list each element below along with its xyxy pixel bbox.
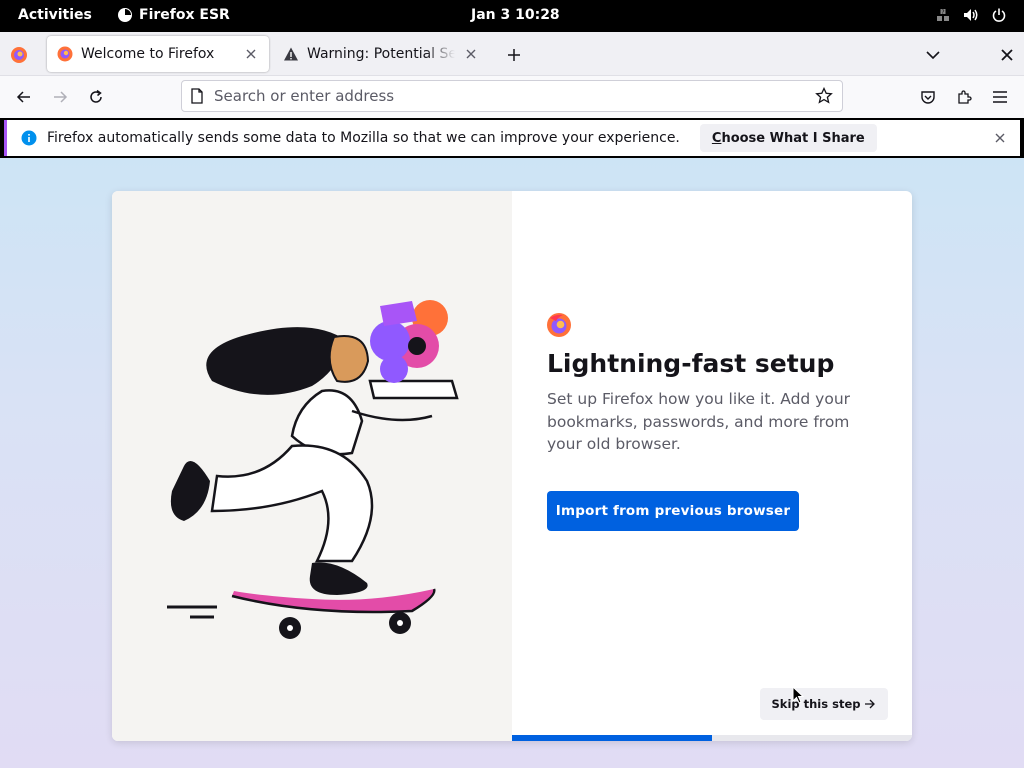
chevron-down-icon <box>926 51 940 60</box>
page-icon <box>191 88 203 104</box>
firefox-icon <box>57 46 73 62</box>
network-icon: ? <box>934 6 952 24</box>
svg-text:?: ? <box>941 9 944 16</box>
new-tab-button[interactable] <box>503 44 525 66</box>
choose-label: hoose What I Share <box>721 130 865 146</box>
tab-title: Welcome to Firefox <box>81 46 215 62</box>
close-tab-icon[interactable] <box>463 46 479 62</box>
back-button[interactable] <box>11 84 37 110</box>
extensions-button[interactable] <box>951 84 977 110</box>
url-input[interactable] <box>214 87 804 105</box>
skip-this-step-button[interactable]: Skip this step <box>760 688 888 720</box>
page-title: Lightning-fast setup <box>547 349 835 378</box>
notification-message: Firefox automatically sends some data to… <box>47 130 680 146</box>
hamburger-menu-icon <box>993 91 1007 103</box>
address-bar[interactable] <box>181 80 843 112</box>
firefox-logo-icon <box>547 313 571 337</box>
system-tray[interactable]: ? <box>934 6 1008 24</box>
app-menu-button[interactable] <box>987 84 1013 110</box>
puzzle-icon <box>958 90 972 104</box>
arrow-right-icon <box>865 699 876 709</box>
page-subtitle: Set up Firefox how you like it. Add your… <box>547 390 851 453</box>
power-icon <box>990 6 1008 24</box>
onboarding-progress-bar <box>512 735 912 741</box>
window-close-button[interactable] <box>996 44 1018 66</box>
progress-fill <box>512 735 712 741</box>
mouse-cursor-icon <box>792 686 804 704</box>
choose-accesskey: C <box>711 130 722 146</box>
navigation-toolbar <box>0 76 1024 118</box>
list-all-tabs-button[interactable] <box>922 44 944 66</box>
choose-what-i-share-button[interactable]: Choose What I Share <box>699 124 877 152</box>
back-arrow-icon <box>16 91 30 103</box>
firefox-view-button[interactable] <box>6 42 32 68</box>
tab-welcome[interactable]: Welcome to Firefox <box>47 36 269 72</box>
volume-icon <box>962 6 980 24</box>
skateboarder-illustration <box>112 191 512 741</box>
warning-icon <box>284 47 298 61</box>
forward-arrow-icon <box>54 91 68 103</box>
forward-button[interactable] <box>47 84 73 110</box>
app-name: Firefox ESR <box>139 7 230 23</box>
import-from-previous-browser-button[interactable]: Import from previous browser <box>547 491 799 531</box>
plus-icon <box>508 49 520 61</box>
reload-icon <box>90 89 102 103</box>
skip-label: Skip this step <box>771 697 861 711</box>
onboarding-card: Lightning-fast setup Set up Firefox how … <box>112 191 912 741</box>
info-icon <box>21 130 37 146</box>
tab-strip: Welcome to Firefox Warning: Potential Se… <box>0 32 1024 76</box>
activities-button[interactable]: Activities <box>18 7 92 23</box>
bookmark-star-icon[interactable] <box>814 86 834 106</box>
close-icon <box>1001 49 1013 61</box>
app-menu[interactable]: Firefox ESR <box>117 7 230 23</box>
close-tab-icon[interactable] <box>243 46 259 62</box>
tab-title: Warning: Potential Security Risk Ahead <box>307 46 455 62</box>
firefox-app-icon <box>118 8 132 22</box>
firefox-view-icon <box>11 47 27 63</box>
close-notification-icon[interactable] <box>992 130 1008 146</box>
pocket-icon <box>921 91 935 104</box>
reload-button[interactable] <box>83 84 109 110</box>
clock[interactable]: Jan 3 10:28 <box>471 7 560 23</box>
tab-security-warning[interactable]: Warning: Potential Security Risk Ahead <box>273 36 489 72</box>
onboarding-panel: Lightning-fast setup Set up Firefox how … <box>512 191 912 741</box>
data-collection-notification: Firefox automatically sends some data to… <box>4 120 1020 156</box>
system-top-bar: Activities Firefox ESR Jan 3 10:28 ? <box>0 0 1024 32</box>
page-content: Lightning-fast setup Set up Firefox how … <box>0 158 1024 768</box>
pocket-button[interactable] <box>915 84 941 110</box>
